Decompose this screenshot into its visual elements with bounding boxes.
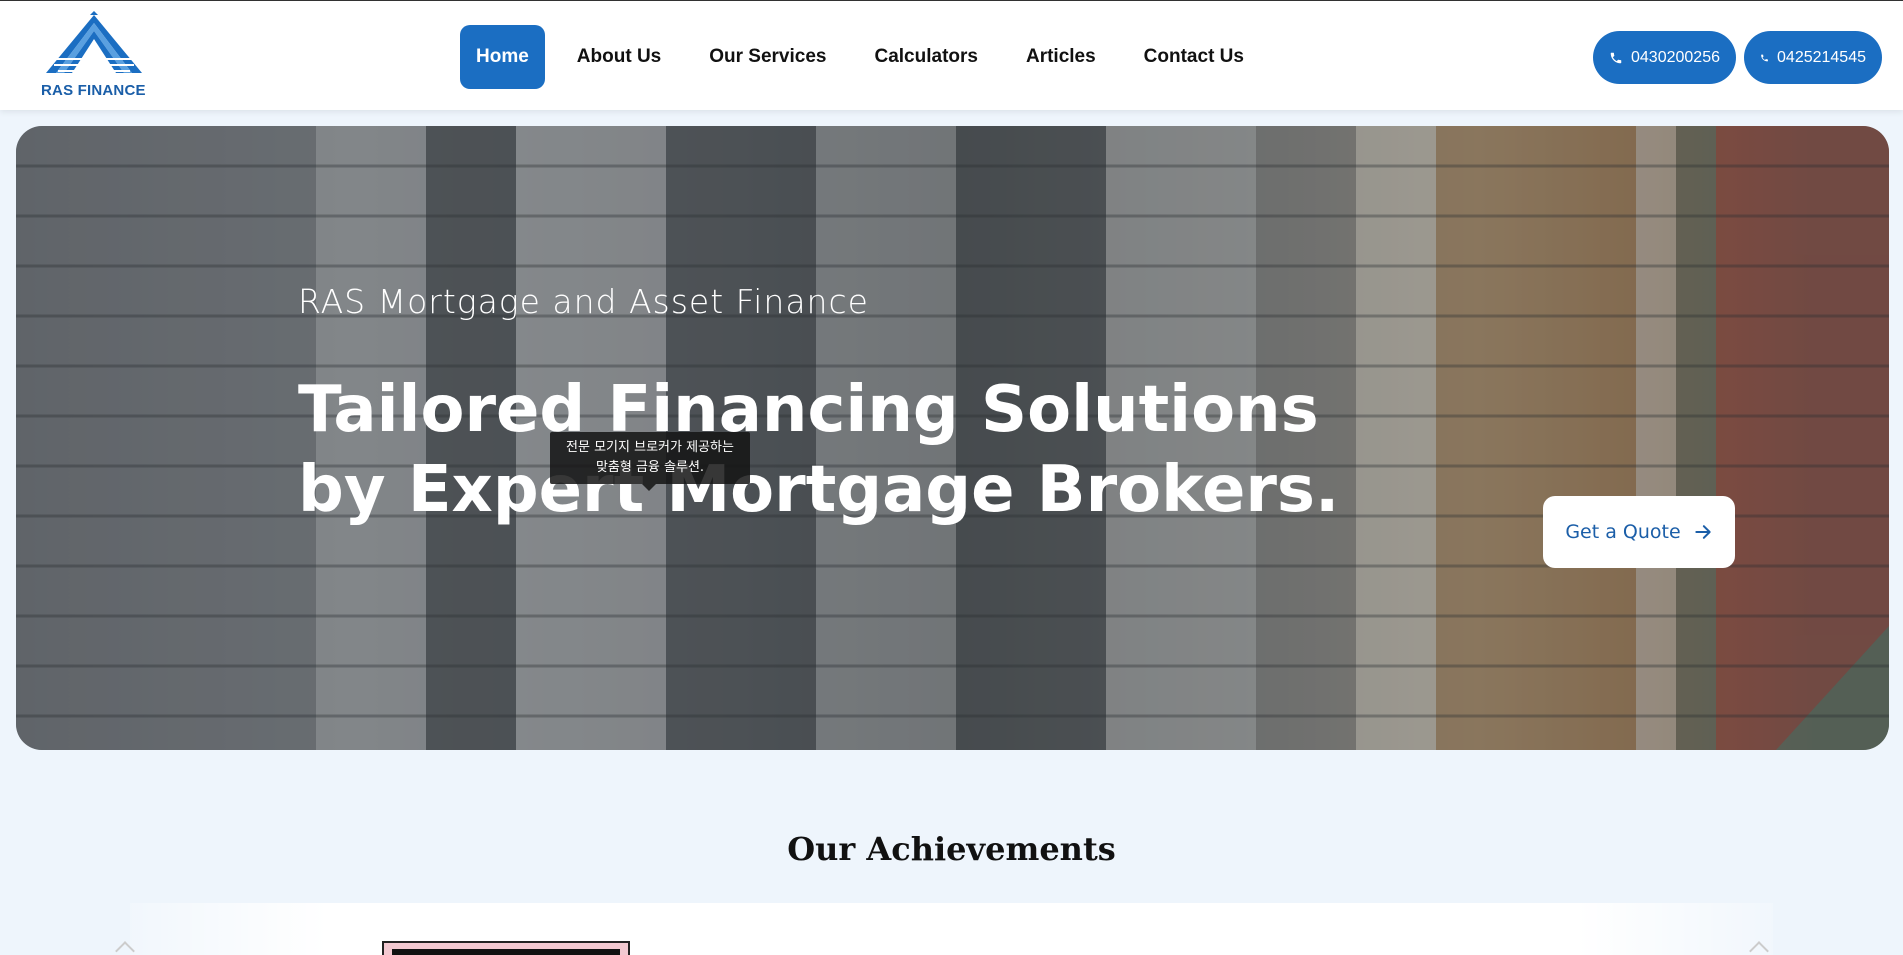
site-header: RAS FINANCE Home About Us Our Services C… <box>0 1 1903 110</box>
nav-calculators[interactable]: Calculators <box>850 25 1001 89</box>
achievements-carousel <box>130 903 1773 955</box>
hero-subtitle: RAS Mortgage and Asset Finance <box>298 282 869 321</box>
achievement-card <box>382 941 630 955</box>
phone-number-2: 0425214545 <box>1777 48 1866 66</box>
main-nav: Home About Us Our Services Calculators A… <box>460 25 1268 89</box>
logo-text: RAS FINANCE <box>41 82 146 99</box>
phone-button-2[interactable]: 0425214545 <box>1744 31 1882 84</box>
building-logo-icon <box>46 11 142 73</box>
tooltip-line-1: 전문 모기지 브로커가 제공하는 <box>566 440 734 455</box>
nav-about-us[interactable]: About Us <box>553 25 685 89</box>
arrow-right-icon <box>1695 525 1711 539</box>
translation-tooltip: 전문 모기지 브로커가 제공하는 맞춤형 금융 솔루션. <box>550 432 750 491</box>
phone-icon <box>1761 54 1768 61</box>
nav-articles[interactable]: Articles <box>1002 25 1120 89</box>
nav-contact-us[interactable]: Contact Us <box>1120 25 1268 89</box>
hero-title: Tailored Financing Solutions by Expert M… <box>298 373 1340 527</box>
phone-number-1: 0430200256 <box>1631 48 1720 66</box>
hero-banner: RAS Mortgage and Asset Finance Tailored … <box>16 126 1889 750</box>
get-a-quote-button[interactable]: Get a Quote <box>1543 496 1735 568</box>
nav-our-services[interactable]: Our Services <box>685 25 850 89</box>
achievement-card-image <box>392 949 620 955</box>
tooltip-line-2: 맞춤형 금융 솔루션. <box>595 460 705 475</box>
get-a-quote-label: Get a Quote <box>1565 521 1681 543</box>
nav-home[interactable]: Home <box>460 25 545 89</box>
phone-button-1[interactable]: 0430200256 <box>1593 31 1736 84</box>
achievements-title: Our Achievements <box>787 830 1116 868</box>
phone-icon <box>1610 52 1622 63</box>
